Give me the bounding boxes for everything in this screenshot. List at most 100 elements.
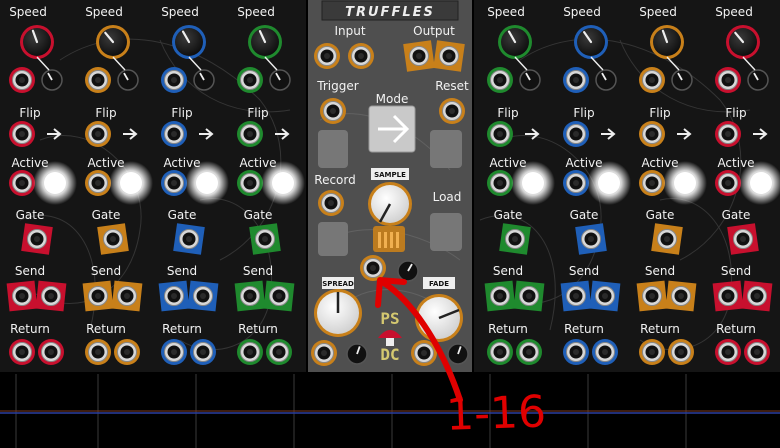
return-jack-left[interactable] [237,339,263,365]
active-jack[interactable] [639,170,665,196]
active-jack[interactable] [563,170,589,196]
gate-jack[interactable] [173,223,205,255]
gate-jack[interactable] [575,223,607,255]
speed-attenuator[interactable] [595,69,617,91]
gate-jack[interactable] [499,223,531,255]
send-jack-right[interactable] [187,280,219,312]
return-jack-left[interactable] [487,339,513,365]
active-jack[interactable] [161,170,187,196]
flip-jack[interactable] [639,121,665,147]
speed-attenuator[interactable] [117,69,139,91]
gate-jack[interactable] [97,223,129,255]
active-jack[interactable] [487,170,513,196]
speed-knob[interactable] [20,25,54,59]
send-jack-right[interactable] [263,280,295,312]
vcv-rack-view: SpeedFlipActiveGateSendReturnSpeedFlipAc… [0,0,780,448]
return-jack-right[interactable] [114,339,140,365]
active-jack[interactable] [715,170,741,196]
input-jack-left[interactable] [314,43,340,69]
return-jack-right[interactable] [266,339,292,365]
output-jack-left[interactable] [403,40,435,72]
load-button[interactable] [430,213,462,251]
active-jack[interactable] [9,170,35,196]
speed-knob[interactable] [248,25,282,59]
return-jack-right[interactable] [592,339,618,365]
speed-cv-jack[interactable] [237,67,263,93]
speed-cv-jack[interactable] [487,67,513,93]
speed-label: Speed [715,5,753,19]
flip-jack[interactable] [85,121,111,147]
active-jack[interactable] [237,170,263,196]
send-jack-left[interactable] [712,280,744,312]
return-jack-right[interactable] [190,339,216,365]
send-jack-left[interactable] [636,280,668,312]
return-jack-right[interactable] [38,339,64,365]
return-jack-left[interactable] [639,339,665,365]
send-jack-left[interactable] [234,280,266,312]
return-jack-right[interactable] [516,339,542,365]
return-jack-right[interactable] [668,339,694,365]
send-jack-right[interactable] [741,280,773,312]
flip-jack[interactable] [563,121,589,147]
spread-attenuator[interactable] [346,343,368,365]
trigger-button[interactable] [318,130,348,168]
speed-cv-jack[interactable] [563,67,589,93]
send-jack-right[interactable] [111,280,143,312]
return-jack-left[interactable] [9,339,35,365]
speed-cv-jack[interactable] [85,67,111,93]
input-jack-right[interactable] [348,43,374,69]
flip-jack[interactable] [161,121,187,147]
reset-button[interactable] [430,130,462,168]
send-jack-left[interactable] [560,280,592,312]
return-jack-left[interactable] [85,339,111,365]
trigger-jack[interactable] [320,98,346,124]
mode-button[interactable] [368,105,416,153]
send-jack-right[interactable] [35,280,67,312]
output-jack-right[interactable] [433,40,465,72]
speed-attenuator[interactable] [747,69,769,91]
speed-attenuator[interactable] [193,69,215,91]
sample-knob[interactable]: SAMPLE [368,168,412,226]
speed-cv-jack[interactable] [715,67,741,93]
gate-jack[interactable] [727,223,759,255]
send-jack-left[interactable] [6,280,38,312]
record-button[interactable] [318,222,348,256]
speed-cv-jack[interactable] [639,67,665,93]
spread-cv-jack[interactable] [311,340,337,366]
speed-knob[interactable] [726,25,760,59]
flip-jack[interactable] [487,121,513,147]
send-jack-right[interactable] [665,280,697,312]
speed-knob[interactable] [172,25,206,59]
speed-knob[interactable] [96,25,130,59]
active-jack[interactable] [85,170,111,196]
speed-cv-jack[interactable] [161,67,187,93]
gate-jack[interactable] [249,223,281,255]
flip-jack[interactable] [9,121,35,147]
speed-knob[interactable] [650,25,684,59]
flip-jack[interactable] [715,121,741,147]
record-jack[interactable] [318,190,344,216]
send-jack-left[interactable] [82,280,114,312]
speed-attenuator[interactable] [671,69,693,91]
return-jack-left[interactable] [563,339,589,365]
speed-attenuator[interactable] [41,69,63,91]
return-jack-left[interactable] [715,339,741,365]
send-jack-right[interactable] [513,280,545,312]
gate-jack[interactable] [651,223,683,255]
return-jack-right[interactable] [744,339,770,365]
position-attenuator[interactable] [397,260,419,282]
speed-attenuator[interactable] [519,69,541,91]
fade-attenuator[interactable] [447,343,469,365]
send-jack-left[interactable] [484,280,516,312]
reset-jack[interactable] [439,98,465,124]
speed-knob[interactable] [498,25,532,59]
gate-jack[interactable] [21,223,53,255]
send-jack-right[interactable] [589,280,621,312]
return-jack-left[interactable] [161,339,187,365]
speed-cv-jack[interactable] [9,67,35,93]
flip-jack[interactable] [237,121,263,147]
position-cv-jack[interactable] [360,255,386,281]
send-jack-left[interactable] [158,280,190,312]
speed-knob[interactable] [574,25,608,59]
speed-attenuator[interactable] [269,69,291,91]
